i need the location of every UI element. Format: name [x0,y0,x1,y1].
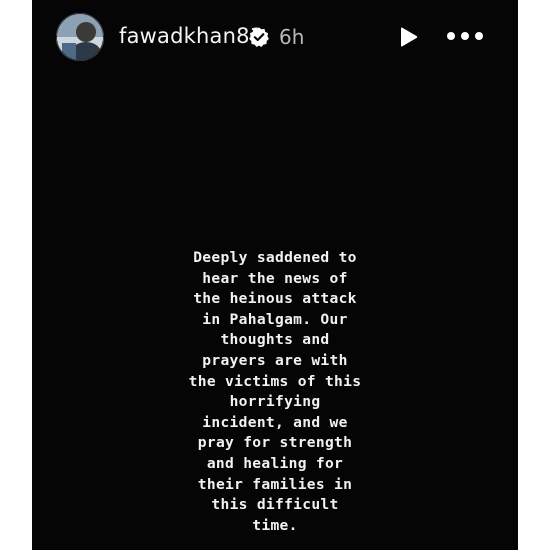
caption-line: thoughts and [220,331,330,349]
username[interactable]: fawadkhan81 [119,24,263,48]
left-margin [0,0,32,550]
story-header: fawadkhan81 6h [32,0,518,74]
caption-line: Deeply saddened to [193,249,357,266]
caption-line: their families in [197,475,353,493]
caption-line: time. [252,516,298,534]
profile-photo-icon [56,13,104,61]
caption-line: pray for strength [197,434,353,452]
play-icon[interactable] [397,26,419,48]
story-timestamp: 6h [279,25,305,49]
caption-line: horrifying [229,393,321,411]
caption-line: this difficult [211,496,339,514]
caption-line: incident, and we [202,413,348,431]
verified-badge-icon [249,27,269,47]
caption-line: prayers are with [202,351,348,369]
caption-line: hear the news of [202,269,348,287]
caption-line: the heinous attack [193,290,357,308]
story-caption: Deeply saddened to hear the news of the … [32,248,518,536]
right-margin [518,0,550,550]
story-viewer[interactable]: fawadkhan81 6h Deeply saddened to hear t… [32,0,518,550]
avatar[interactable] [56,13,104,61]
caption-line: in Pahalgam. Our [202,310,348,328]
more-options-icon[interactable] [445,28,485,44]
caption-line: and healing for [206,454,344,472]
caption-line: the victims of this [188,372,362,390]
